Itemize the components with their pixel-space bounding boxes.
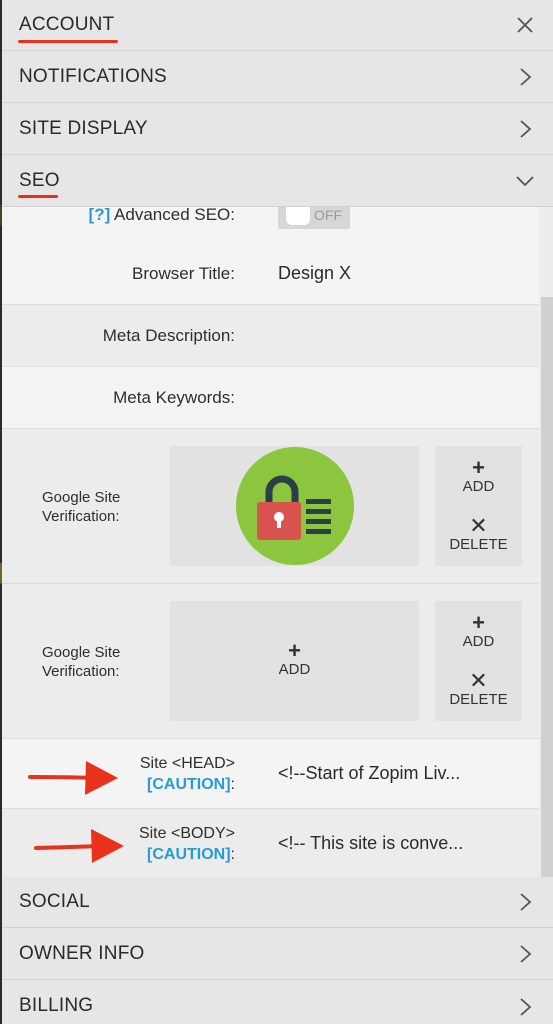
verification-image-box[interactable] xyxy=(170,446,419,566)
google-verification-label: Google Site Verification: xyxy=(42,489,121,525)
scrollbar[interactable] xyxy=(541,297,553,877)
caution-link[interactable]: [CAUTION] xyxy=(147,846,231,863)
section-billing[interactable]: BILLING xyxy=(2,981,553,1024)
settings-panel: ACCOUNT NOTIFICATIONS SITE DISPLAY SEO [… xyxy=(2,0,553,1024)
site-head-row: Site <HEAD> [CAUTION]: <!--Start of Zopi… xyxy=(2,739,539,809)
plus-icon: + xyxy=(472,455,485,480)
red-arrow-icon xyxy=(28,761,118,795)
close-icon: ✕ xyxy=(469,513,488,538)
verification-actions: + ADD ✕ DELETE xyxy=(435,601,522,721)
add-image-button[interactable]: + ADD xyxy=(170,638,419,679)
section-notifications-label: NOTIFICATIONS xyxy=(19,66,167,87)
section-seo-label: SEO xyxy=(18,170,60,198)
add-button[interactable]: + ADD xyxy=(435,610,522,651)
active-underline xyxy=(18,195,58,198)
advanced-seo-toggle[interactable]: OFF xyxy=(278,207,350,229)
meta-keywords-row: Meta Keywords: xyxy=(2,367,539,429)
site-head-field[interactable]: <!--Start of Zopim Liv... xyxy=(278,763,460,784)
google-verification-row-2: Google Site Verification: + ADD + ADD ✕ … xyxy=(2,584,539,739)
background-edge xyxy=(0,0,2,1024)
chevron-right-icon xyxy=(515,944,535,964)
help-link[interactable]: [?] xyxy=(89,207,111,224)
red-arrow-icon xyxy=(34,829,124,863)
plus-icon: + xyxy=(288,638,301,663)
seo-content: [?] Advanced SEO: OFF Browser Title: Des… xyxy=(2,207,553,877)
section-site-display[interactable]: SITE DISPLAY xyxy=(2,104,553,155)
verification-upload-box[interactable]: + ADD xyxy=(170,601,419,721)
caution-link[interactable]: [CAUTION] xyxy=(147,776,231,793)
browser-title-row: Browser Title: Design X xyxy=(2,243,539,305)
site-body-label: Site <BODY> [CAUTION]: xyxy=(138,825,235,863)
delete-button[interactable]: ✕ DELETE xyxy=(435,668,522,709)
advanced-seo-row: [?] Advanced SEO: OFF xyxy=(2,207,539,243)
section-social-label: SOCIAL xyxy=(19,891,90,912)
section-account-label: ACCOUNT xyxy=(18,14,118,43)
chevron-right-icon xyxy=(515,67,535,87)
meta-description-row: Meta Description: xyxy=(2,305,539,367)
browser-title-field[interactable]: Design X xyxy=(278,263,351,284)
browser-title-label: Browser Title: xyxy=(132,264,235,283)
chevron-right-icon xyxy=(515,119,535,139)
chevron-right-icon xyxy=(515,997,535,1017)
site-head-label: Site <HEAD> [CAUTION]: xyxy=(139,755,235,793)
meta-keywords-label: Meta Keywords: xyxy=(113,388,235,407)
section-owner-info-label: OWNER INFO xyxy=(19,943,145,964)
lock-list-icon xyxy=(236,447,354,565)
site-body-field[interactable]: <!-- This site is conve... xyxy=(278,833,463,854)
section-owner-info[interactable]: OWNER INFO xyxy=(2,929,553,980)
close-icon[interactable] xyxy=(515,15,535,35)
chevron-down-icon xyxy=(515,171,535,191)
section-seo[interactable]: SEO xyxy=(2,156,553,207)
section-notifications[interactable]: NOTIFICATIONS xyxy=(2,52,553,103)
section-social[interactable]: SOCIAL xyxy=(2,877,553,928)
chevron-right-icon xyxy=(515,892,535,912)
plus-icon: + xyxy=(472,610,485,635)
site-body-row: Site <BODY> [CAUTION]: <!-- This site is… xyxy=(2,809,539,877)
section-account[interactable]: ACCOUNT xyxy=(2,0,553,51)
add-button[interactable]: + ADD xyxy=(435,455,522,496)
meta-description-label: Meta Description: xyxy=(102,326,235,345)
verification-actions: + ADD ✕ DELETE xyxy=(435,446,522,566)
active-underline xyxy=(18,40,118,43)
advanced-seo-label: [?] Advanced SEO: xyxy=(88,207,235,224)
section-billing-label: BILLING xyxy=(19,995,94,1016)
google-verification-row-1: Google Site Verification: + ADD ✕ DELETE xyxy=(2,429,539,584)
close-icon: ✕ xyxy=(469,668,488,693)
section-site-display-label: SITE DISPLAY xyxy=(19,118,148,139)
toggle-knob xyxy=(286,207,310,225)
google-verification-label: Google Site Verification: xyxy=(42,644,121,680)
delete-button[interactable]: ✕ DELETE xyxy=(435,513,522,554)
toggle-state: OFF xyxy=(314,207,342,223)
